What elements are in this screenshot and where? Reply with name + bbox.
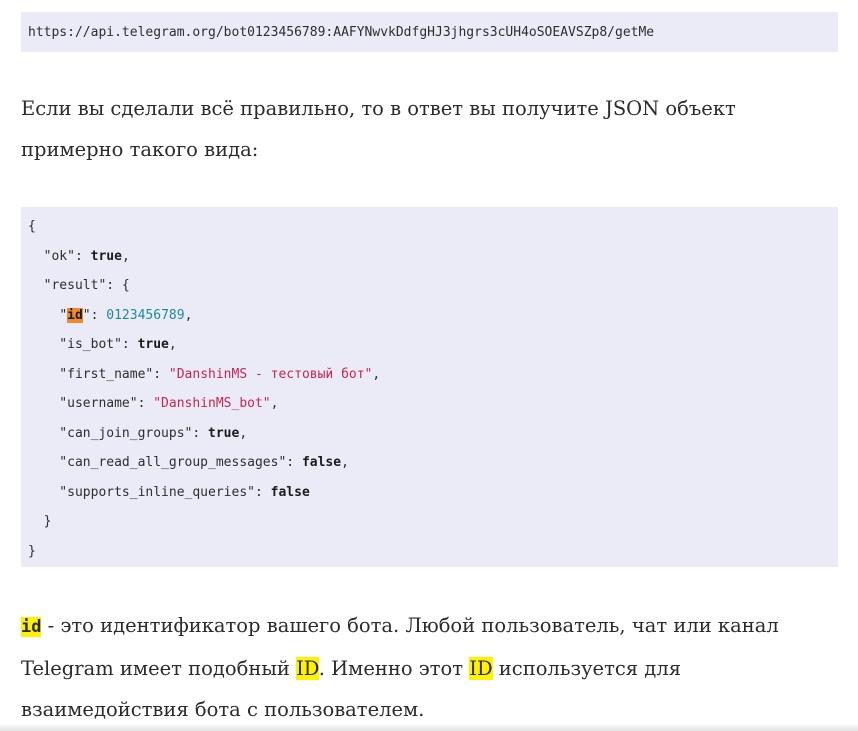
id-highlight-1: ID bbox=[296, 657, 319, 680]
json-line-result: "result": { bbox=[28, 278, 130, 293]
explanation-line-2: Telegram имеет подобный ID. Именно этот … bbox=[21, 648, 838, 689]
id-value: 0123456789 bbox=[106, 307, 185, 323]
explanation-text-4: используется для bbox=[492, 657, 682, 680]
first-name-value: "DanshinMS - тестовый бот" bbox=[168, 366, 373, 382]
ok-key: "ok" bbox=[43, 248, 75, 264]
json-inner-close: } bbox=[28, 514, 52, 529]
ok-value: true bbox=[90, 248, 122, 264]
id-key-highlight: id bbox=[67, 307, 83, 323]
json-line-ok: "ok": true, bbox=[28, 242, 831, 272]
id-term-highlight: id bbox=[21, 617, 42, 637]
explanation-text-2: Telegram имеет подобный bbox=[21, 657, 297, 680]
json-line-is-bot: "is_bot": true, bbox=[28, 337, 177, 352]
json-line-first-name: "first_name": "DanshinMS - тестовый бот"… bbox=[28, 366, 381, 382]
id-indent bbox=[28, 308, 59, 323]
can-read-value: false bbox=[301, 455, 342, 470]
json-line-can-read: "can_read_all_group_messages": false, bbox=[28, 455, 349, 470]
explanation-paragraph: id - это идентификатор вашего бота. Любо… bbox=[21, 605, 838, 730]
json-line-username: "username": "DanshinMS_bot", bbox=[28, 396, 279, 411]
intro-line-2: примерно такого вида: bbox=[21, 138, 259, 161]
explanation-text-3: . Именно этот bbox=[318, 657, 470, 680]
intro-paragraph: Если вы сделали всё правильно, то в отве… bbox=[21, 88, 838, 170]
can-join-groups-key: "can_join_groups": bbox=[28, 425, 209, 441]
json-code-block: { "ok": true, "result": { "id": 01234567… bbox=[21, 207, 838, 567]
supports-inline-key: "supports_inline_queries": bbox=[28, 484, 271, 500]
id-quote-close: ": bbox=[82, 307, 107, 323]
username-value: "DanshinMS_bot" bbox=[153, 396, 271, 411]
can-join-groups-value: true bbox=[208, 425, 240, 441]
is-bot-value: true bbox=[137, 337, 169, 352]
url-code-block: https://api.telegram.org/bot0123456789:A… bbox=[21, 12, 838, 52]
username-key: "username": bbox=[28, 396, 154, 411]
explanation-line-1: id - это идентификатор вашего бота. Любо… bbox=[21, 605, 838, 648]
intro-line-1: Если вы сделали всё правильно, то в отве… bbox=[21, 97, 736, 120]
first-name-key: "first_name": bbox=[28, 366, 169, 382]
id-highlight-2: ID bbox=[469, 657, 493, 680]
json-open-brace: { bbox=[28, 219, 36, 234]
id-quote-open: " bbox=[59, 307, 68, 323]
json-close-brace: } bbox=[28, 543, 36, 559]
explanation-text-1: - это идентификатор вашего бота. Любой п… bbox=[41, 614, 779, 637]
url-text: https://api.telegram.org/bot0123456789:A… bbox=[28, 24, 655, 40]
json-line-supports-inline: "supports_inline_queries": false bbox=[28, 478, 831, 508]
supports-inline-value: false bbox=[270, 484, 310, 500]
is-bot-key: "is_bot": bbox=[28, 337, 138, 352]
can-read-key: "can_read_all_group_messages": bbox=[28, 455, 302, 470]
ok-indent bbox=[28, 249, 44, 264]
json-line-can-join-groups: "can_join_groups": true, bbox=[28, 425, 248, 441]
json-line-id: "id": 0123456789, bbox=[28, 301, 831, 331]
bottom-shadow bbox=[0, 723, 858, 731]
